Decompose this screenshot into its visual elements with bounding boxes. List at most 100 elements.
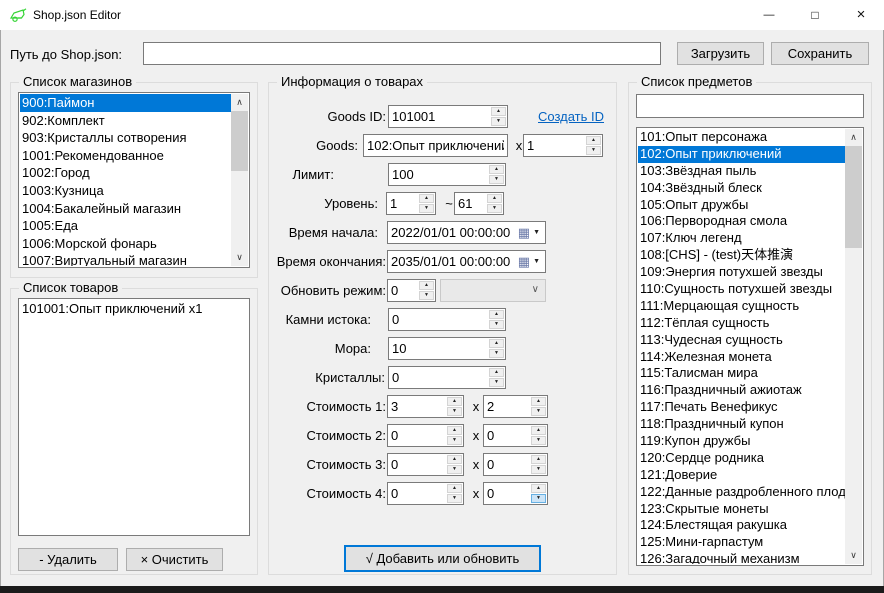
- level-min-spinner[interactable]: 1 ▲▼: [386, 192, 436, 215]
- spinner-up-icon[interactable]: ▲: [531, 484, 546, 493]
- cost4-count-spinner[interactable]: 0 ▲▼: [483, 482, 548, 505]
- list-item[interactable]: 114:Железная монета: [638, 349, 845, 366]
- goods-id-spinner[interactable]: 101001 ▲▼: [388, 105, 508, 128]
- cost1-item-spinner[interactable]: 3 ▲▼: [387, 395, 464, 418]
- spinner-up-icon[interactable]: ▲: [531, 426, 546, 435]
- list-item[interactable]: 126:Загадочный механизм: [638, 551, 845, 564]
- list-item[interactable]: 121:Доверие: [638, 467, 845, 484]
- limit-spinner[interactable]: 100 ▲▼: [388, 163, 506, 186]
- item-search-input[interactable]: [636, 94, 864, 118]
- primogem-spinner[interactable]: 0 ▲▼: [388, 308, 506, 331]
- save-button[interactable]: Сохранить: [771, 42, 869, 65]
- cost3-item-spinner[interactable]: 0 ▲▼: [387, 453, 464, 476]
- spinner-value[interactable]: 0: [484, 483, 530, 504]
- refresh-mode-combobox[interactable]: ∨: [440, 279, 546, 302]
- list-item[interactable]: 105:Опыт дружбы: [638, 197, 845, 214]
- list-item[interactable]: 1007:Виртуальный магазин: [20, 252, 231, 266]
- list-item[interactable]: 116:Праздничный ажиотаж: [638, 382, 845, 399]
- spinner-down-icon[interactable]: ▼: [489, 175, 504, 184]
- list-item[interactable]: 1002:Город: [20, 164, 231, 182]
- list-item[interactable]: 902:Комплект: [20, 112, 231, 130]
- spinner-value[interactable]: 101001: [389, 106, 490, 127]
- cost1-count-spinner[interactable]: 2 ▲▼: [483, 395, 548, 418]
- spinner-down-icon[interactable]: ▼: [447, 407, 462, 416]
- spinner-down-icon[interactable]: ▼: [487, 204, 502, 213]
- spinner-down-icon[interactable]: ▼: [419, 291, 434, 300]
- spinner-value[interactable]: 0: [484, 454, 530, 475]
- spinner-down-icon[interactable]: ▼: [489, 349, 504, 358]
- spinner-up-icon[interactable]: ▲: [447, 455, 462, 464]
- path-input[interactable]: [143, 42, 661, 65]
- spinner-down-icon[interactable]: ▼: [489, 378, 504, 387]
- spinner-up-icon[interactable]: ▲: [489, 165, 504, 174]
- spinner-value[interactable]: 2: [484, 396, 530, 417]
- list-item[interactable]: 115:Талисман мира: [638, 365, 845, 382]
- spinner-down-icon[interactable]: ▼: [531, 494, 546, 503]
- spinner-value[interactable]: 0: [389, 309, 488, 330]
- spinner-up-icon[interactable]: ▲: [419, 194, 434, 203]
- spinner-value[interactable]: 0: [388, 483, 446, 504]
- list-item[interactable]: 122:Данные раздробленного плода: [638, 484, 845, 501]
- list-item[interactable]: 1005:Еда: [20, 217, 231, 235]
- maximize-icon[interactable]: □: [792, 0, 838, 30]
- list-item[interactable]: 108:[CHS] - (test)天体推演: [638, 247, 845, 264]
- scroll-down-icon[interactable]: ∨: [231, 249, 248, 266]
- list-item[interactable]: 1004:Бакалейный магазин: [20, 200, 231, 218]
- spinner-value[interactable]: 0: [484, 425, 530, 446]
- list-item[interactable]: 104:Звёздный блеск: [638, 180, 845, 197]
- list-item[interactable]: 124:Блестящая ракушка: [638, 517, 845, 534]
- list-item[interactable]: 1001:Рекомендованное: [20, 147, 231, 165]
- spinner-down-icon[interactable]: ▼: [531, 436, 546, 445]
- spinner-up-icon[interactable]: ▲: [531, 455, 546, 464]
- spinner-up-icon[interactable]: ▲: [586, 136, 601, 145]
- spinner-value[interactable]: 0: [388, 280, 418, 301]
- list-item[interactable]: 101001:Опыт приключений x1: [20, 300, 248, 318]
- begin-time-picker[interactable]: 2022/01/01 00:00:00 ▦ ▼: [387, 221, 546, 244]
- spinner-up-icon[interactable]: ▲: [419, 281, 434, 290]
- spinner-value[interactable]: 3: [388, 396, 446, 417]
- create-id-link[interactable]: Создать ID: [538, 105, 604, 128]
- spinner-value[interactable]: 0: [389, 367, 488, 388]
- cost2-count-spinner[interactable]: 0 ▲▼: [483, 424, 548, 447]
- refresh-mode-spinner[interactable]: 0 ▲▼: [387, 279, 436, 302]
- spinner-value[interactable]: 61: [455, 193, 486, 214]
- list-item[interactable]: 119:Купон дружбы: [638, 433, 845, 450]
- spinner-up-icon[interactable]: ▲: [489, 310, 504, 319]
- scrollbar-thumb[interactable]: [845, 146, 862, 248]
- list-item[interactable]: 900:Паймон: [20, 94, 231, 112]
- end-time-picker[interactable]: 2035/01/01 00:00:00 ▦ ▼: [387, 250, 546, 273]
- shops-listbox[interactable]: 900:Паймон902:Комплект903:Кристаллы сотв…: [18, 92, 250, 268]
- load-button[interactable]: Загрузить: [677, 42, 764, 65]
- datetime-value[interactable]: 2035/01/01 00:00:00: [388, 254, 518, 269]
- spinner-up-icon[interactable]: ▲: [487, 194, 502, 203]
- spinner-up-icon[interactable]: ▲: [491, 107, 506, 116]
- spinner-down-icon[interactable]: ▼: [447, 436, 462, 445]
- list-item[interactable]: 106:Первородная смола: [638, 213, 845, 230]
- list-item[interactable]: 120:Сердце родника: [638, 450, 845, 467]
- spinner-up-icon[interactable]: ▲: [531, 397, 546, 406]
- spinner-up-icon[interactable]: ▲: [447, 484, 462, 493]
- scroll-up-icon[interactable]: ∧: [845, 129, 862, 146]
- spinner-down-icon[interactable]: ▼: [489, 320, 504, 329]
- list-item[interactable]: 117:Печать Венефикус: [638, 399, 845, 416]
- spinner-value[interactable]: 0: [388, 425, 446, 446]
- scroll-up-icon[interactable]: ∧: [231, 94, 248, 111]
- spinner-down-icon[interactable]: ▼: [447, 465, 462, 474]
- shops-scrollbar[interactable]: ∧ ∨: [231, 94, 248, 266]
- cost3-count-spinner[interactable]: 0 ▲▼: [483, 453, 548, 476]
- list-item[interactable]: 110:Сущность потухшей звезды: [638, 281, 845, 298]
- level-max-spinner[interactable]: 61 ▲▼: [454, 192, 504, 215]
- list-item[interactable]: 101:Опыт персонажа: [638, 129, 845, 146]
- spinner-down-icon[interactable]: ▼: [531, 407, 546, 416]
- list-item[interactable]: 103:Звёздная пыль: [638, 163, 845, 180]
- close-icon[interactable]: ×: [838, 0, 884, 30]
- spinner-up-icon[interactable]: ▲: [489, 368, 504, 377]
- spinner-down-icon[interactable]: ▼: [586, 146, 601, 155]
- delete-button[interactable]: - Удалить: [18, 548, 118, 571]
- list-item[interactable]: 118:Праздничный купон: [638, 416, 845, 433]
- list-item[interactable]: 1003:Кузница: [20, 182, 231, 200]
- spinner-down-icon[interactable]: ▼: [419, 204, 434, 213]
- cost2-item-spinner[interactable]: 0 ▲▼: [387, 424, 464, 447]
- spinner-value[interactable]: 10: [389, 338, 488, 359]
- list-item[interactable]: 111:Мерцающая сущность: [638, 298, 845, 315]
